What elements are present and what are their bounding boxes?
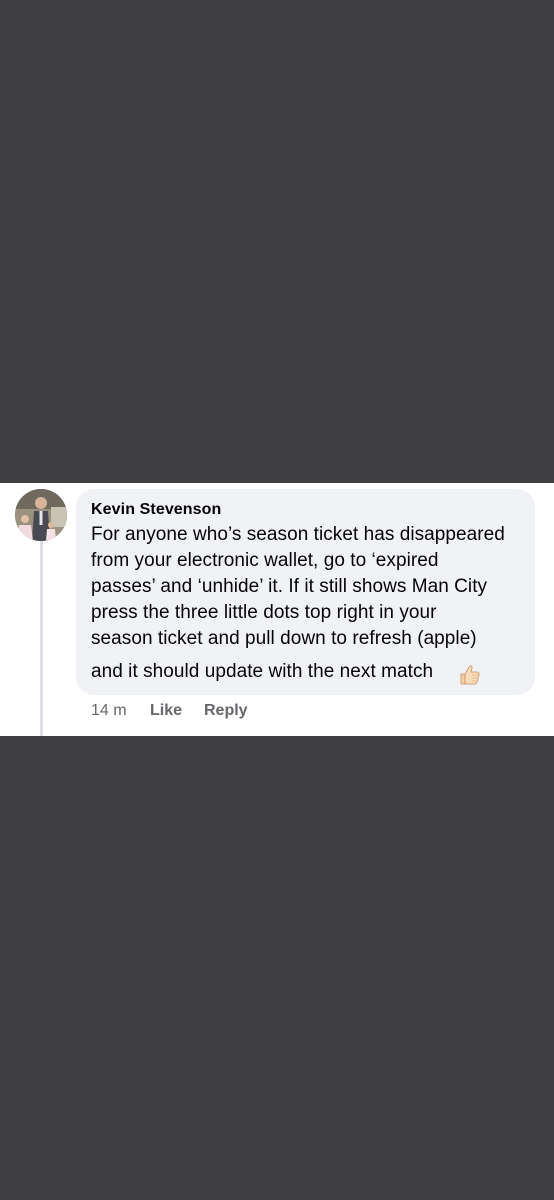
comment-text-line-1: For anyone who’s season ticket has disap… xyxy=(91,524,505,545)
dark-background-top xyxy=(0,0,554,483)
comment-text-line-6: and it should update with the next match xyxy=(91,661,434,682)
comment-text-line-3: passes’ and ‘unhide’ it. If it still sho… xyxy=(91,576,488,597)
timestamp: 14 m xyxy=(91,702,127,719)
avatar-photo xyxy=(15,489,67,541)
comment-text-line-2: from your electronic wallet, go to ‘expi… xyxy=(91,550,439,571)
dark-background-bottom xyxy=(0,736,554,1200)
author-name[interactable]: Kevin Stevenson xyxy=(91,501,221,519)
comment-text-line-4: press the three little dots top right in… xyxy=(91,602,437,623)
comment-item: Kevin Stevenson For anyone who’s season … xyxy=(0,483,554,736)
reply-button[interactable]: Reply xyxy=(204,702,248,720)
thread-line xyxy=(40,539,43,736)
avatar[interactable] xyxy=(15,489,67,541)
thumbs-up-icon xyxy=(458,663,482,687)
like-button[interactable]: Like xyxy=(150,702,182,720)
comment-text-line-5: season ticket and pull down to refresh (… xyxy=(91,628,477,649)
